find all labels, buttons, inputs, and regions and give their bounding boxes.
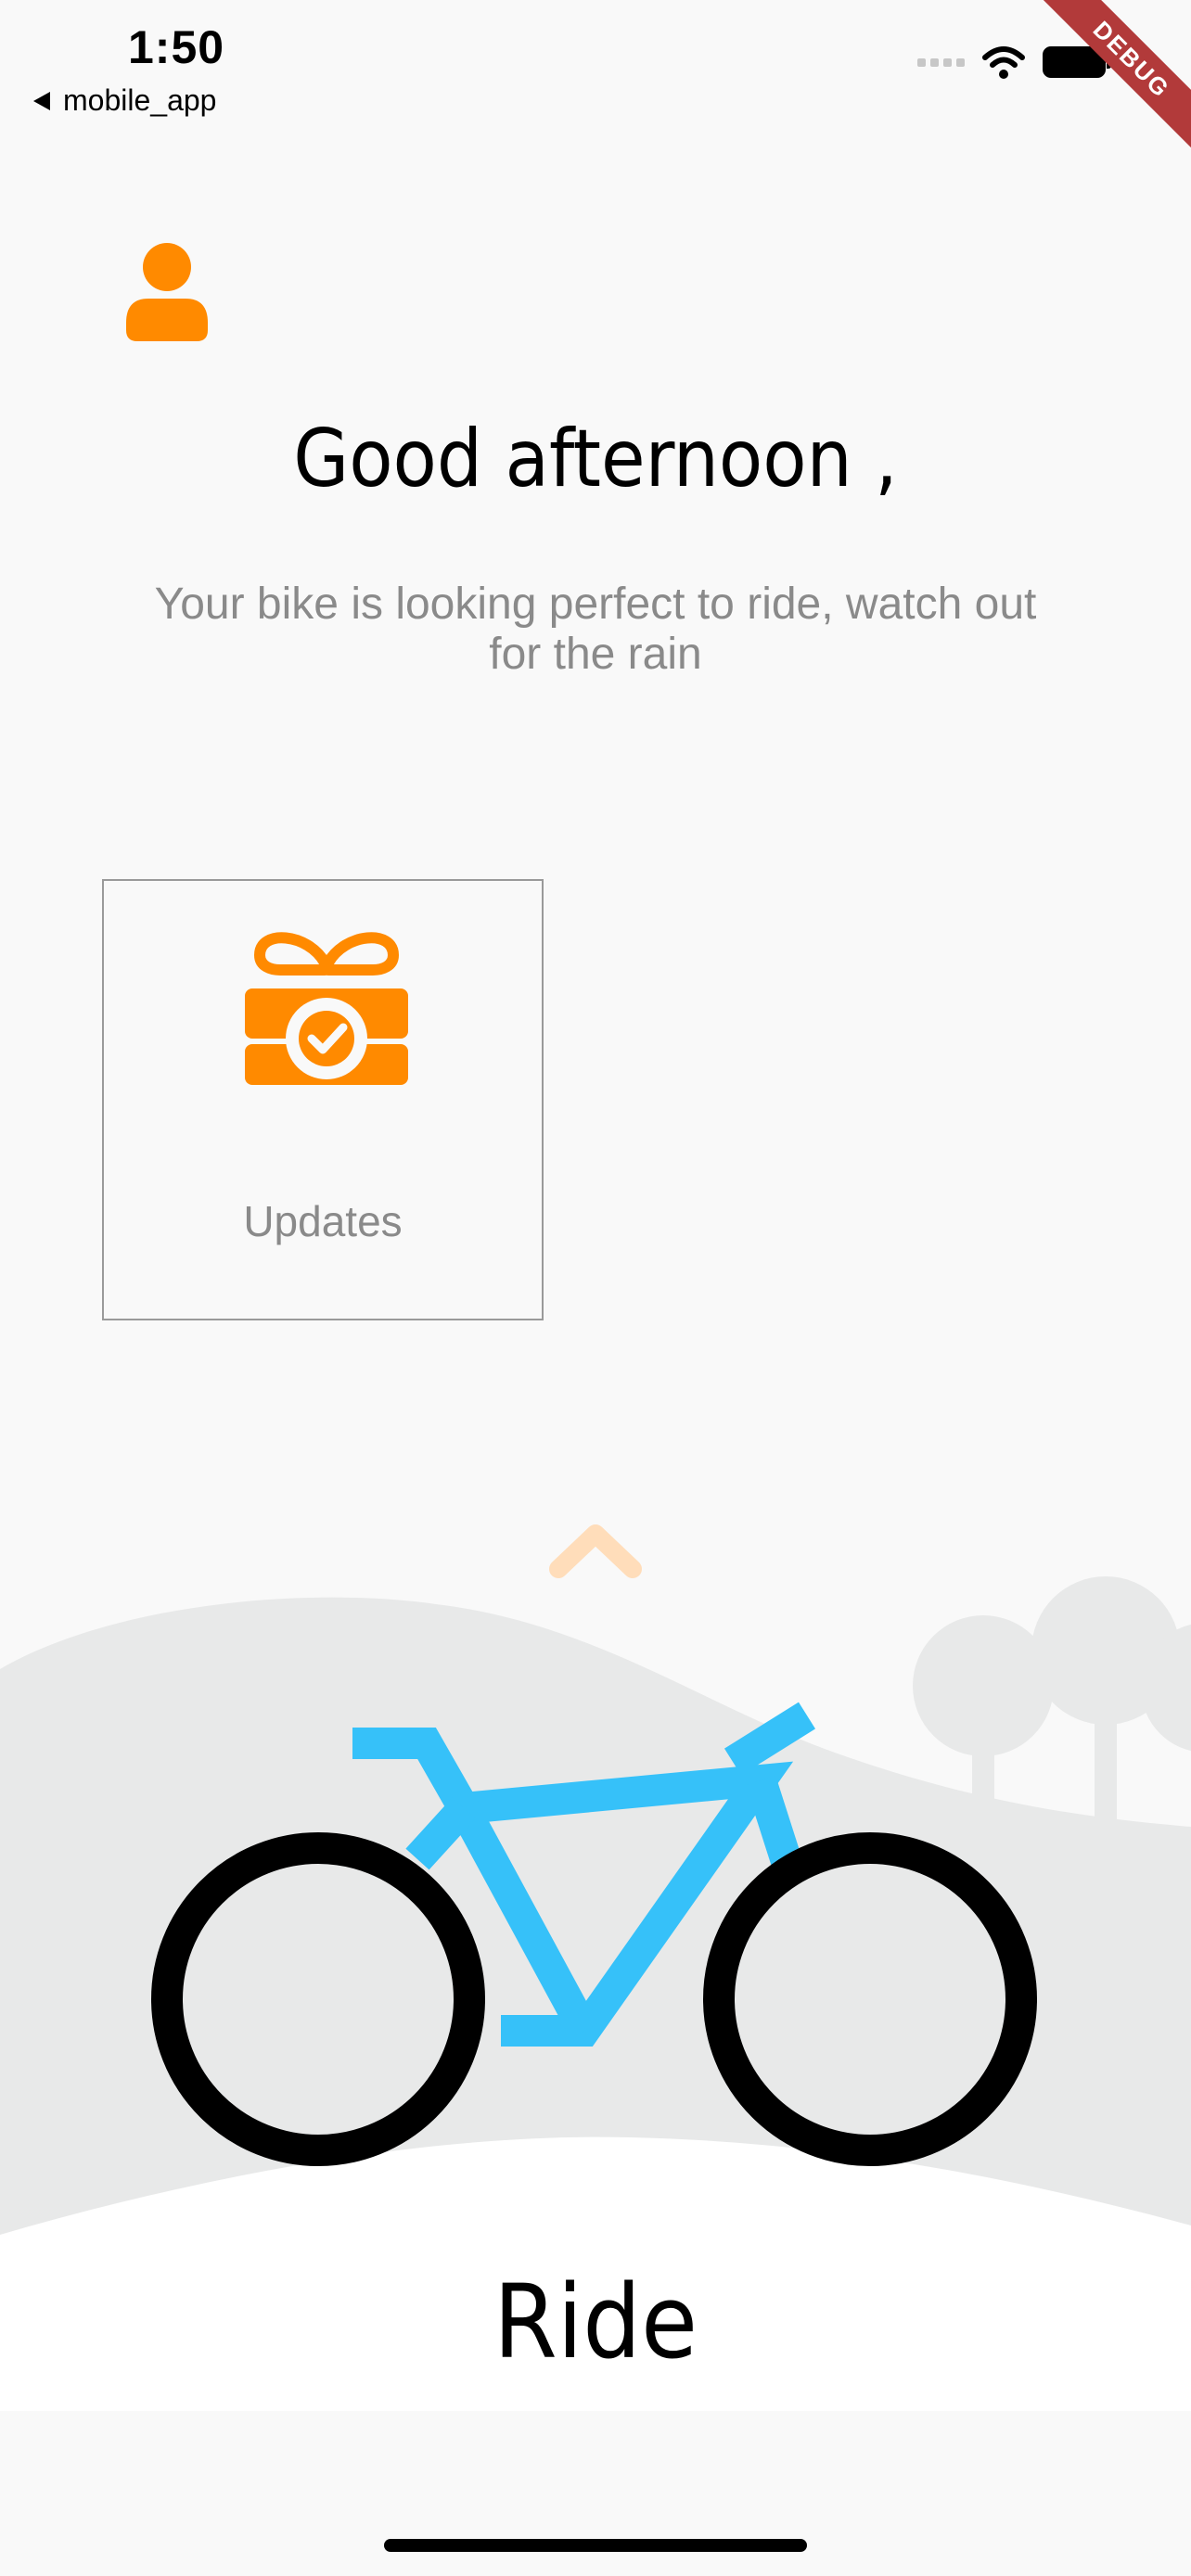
back-to-app-link[interactable]: mobile_app — [33, 83, 216, 118]
greeting-subtitle: Your bike is looking perfect to ride, wa… — [154, 580, 1037, 679]
updates-card[interactable]: Updates — [102, 879, 544, 1320]
debug-banner-label: DEBUG — [1031, 0, 1191, 159]
chevron-up-icon[interactable] — [547, 1521, 644, 1586]
wifi-icon — [982, 46, 1025, 79]
signal-icon — [917, 57, 965, 67]
greeting-title: Good afternoon , — [293, 413, 898, 505]
status-time: 1:50 — [128, 21, 225, 73]
back-app-label: mobile_app — [63, 83, 217, 117]
home-indicator[interactable] — [384, 2539, 807, 2552]
person-icon[interactable] — [121, 241, 213, 343]
debug-banner: DEBUG — [1024, 0, 1191, 167]
ride-button[interactable]: Ride — [0, 2263, 1191, 2381]
updates-label: Updates — [243, 1197, 403, 1245]
back-arrow-icon — [33, 91, 50, 110]
gift-check-icon — [245, 932, 408, 1085]
